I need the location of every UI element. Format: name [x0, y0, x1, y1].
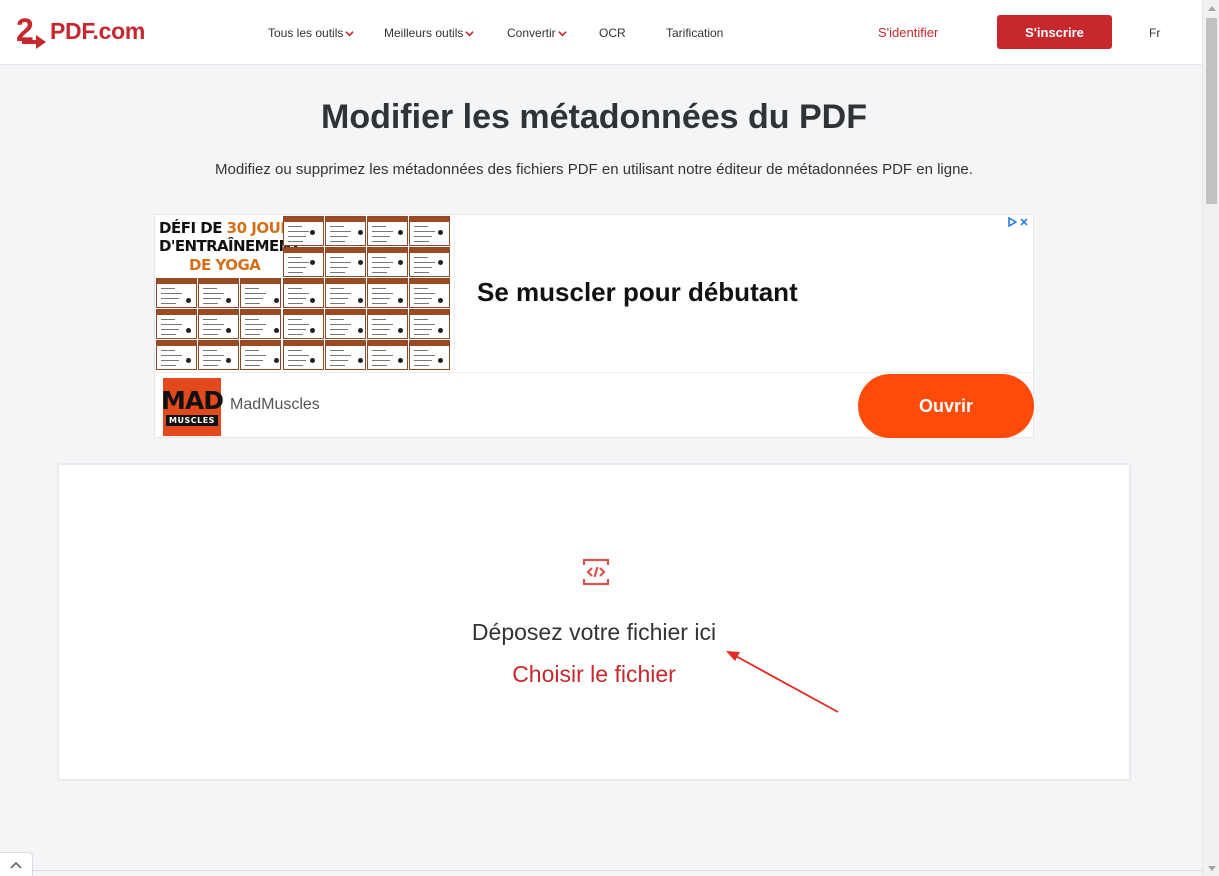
nav-all-tools[interactable]: Tous les outils: [268, 26, 355, 40]
ad-calendar-cell: [409, 309, 450, 339]
ad-calendar-cell: [283, 216, 324, 246]
ad-calendar-cell: [156, 278, 197, 308]
nav-convert[interactable]: Convertir: [507, 26, 567, 40]
ad-footer: MAD MUSCLES MadMuscles Ouvrir: [155, 372, 1034, 438]
ad-calendar-cell: [409, 278, 450, 308]
ad-calendar-cell: [156, 340, 197, 370]
page-title: Modifier les métadonnées du PDF: [321, 98, 867, 136]
ad-calendar-cell: [409, 247, 450, 277]
ad-headline[interactable]: Se muscler pour débutant: [477, 277, 798, 308]
ad-calendar-cell: [367, 278, 408, 308]
advertisement[interactable]: DÉFI DE 30 JOURS D'ENTRAÎNEMENT DE YOGA …: [154, 214, 1034, 438]
ad-calendar-cell: [367, 340, 408, 370]
signup-button[interactable]: S'inscrire: [997, 15, 1112, 49]
ad-calendar-cell: [409, 216, 450, 246]
choose-file-link[interactable]: Choisir le fichier: [59, 661, 1129, 688]
ad-calendar-cell: [283, 278, 324, 308]
vertical-scrollbar[interactable]: [1202, 0, 1219, 876]
ad-calendar-cell: [367, 247, 408, 277]
code-file-icon: [582, 558, 610, 586]
nav-pricing[interactable]: Tarification: [666, 26, 723, 40]
ad-calendar-cell: [409, 340, 450, 370]
nav-ocr[interactable]: OCR: [599, 26, 626, 40]
ad-calendar-cell: [367, 309, 408, 339]
scroll-to-top-button[interactable]: [0, 852, 33, 876]
scroll-up-arrow-icon[interactable]: [1203, 0, 1219, 16]
chevron-down-icon: [345, 30, 355, 36]
ad-image-title-line2: D'ENTRAÎNEMENT: [159, 237, 301, 255]
chevron-down-icon: [558, 30, 567, 36]
nav-convert-label: Convertir: [507, 26, 556, 40]
logo-2-arrow-icon: 2: [16, 12, 46, 49]
ad-calendar-cell: [198, 340, 239, 370]
ad-open-button[interactable]: Ouvrir: [858, 374, 1034, 438]
ad-brand-name[interactable]: MadMuscles: [230, 396, 320, 414]
close-icon[interactable]: [1019, 217, 1029, 227]
ad-brand-logo[interactable]: MAD MUSCLES: [161, 378, 224, 436]
site-header: 2 PDF.com Tous les outils Meilleurs outi…: [0, 0, 1202, 65]
ad-calendar-cell: [325, 340, 366, 370]
nav-all-tools-label: Tous les outils: [268, 26, 344, 40]
nav-pricing-label: Tarification: [666, 26, 724, 40]
nav-ocr-label: OCR: [599, 26, 626, 40]
page-subtitle: Modifiez ou supprimez les métadonnées de…: [215, 161, 973, 178]
ad-calendar-cell: [325, 309, 366, 339]
ad-choices[interactable]: [1007, 217, 1029, 227]
annotation-arrow: [726, 651, 839, 713]
scroll-down-arrow-icon[interactable]: [1203, 860, 1219, 876]
chevron-down-icon: [465, 30, 475, 36]
dropzone-text: Déposez votre fichier ici: [471, 619, 717, 645]
ad-calendar-cell: [325, 216, 366, 246]
ad-calendar-cell: [240, 278, 281, 308]
ad-calendar-cell: [283, 247, 324, 277]
ad-calendar-cell: [198, 309, 239, 339]
chevron-up-icon: [10, 861, 22, 869]
bottom-panel-edge: [33, 870, 1202, 876]
ad-brand-logo-top: MAD: [161, 385, 224, 415]
nav-best-tools-label: Meilleurs outils: [384, 26, 464, 40]
ad-image-title-block: DÉFI DE 30 JOURS D'ENTRAÎNEMENT DE YOGA: [156, 216, 302, 277]
ad-image-title-line1: DÉFI DE 30 JOURS: [159, 219, 302, 237]
site-logo[interactable]: 2 PDF.com: [16, 12, 145, 50]
ad-image[interactable]: DÉFI DE 30 JOURS D'ENTRAÎNEMENT DE YOGA: [155, 215, 455, 372]
ad-calendar-cell: [325, 247, 366, 277]
ad-calendar-cell: [240, 340, 281, 370]
file-dropzone[interactable]: Déposez votre fichier ici Choisir le fic…: [57, 463, 1131, 781]
language-selector[interactable]: Fr: [1149, 26, 1160, 40]
ad-brand-logo-bottom: MUSCLES: [166, 414, 218, 426]
ad-calendar-cell: [367, 216, 408, 246]
login-link[interactable]: S'identifier: [878, 25, 938, 40]
ad-calendar-cell: [156, 309, 197, 339]
nav-best-tools[interactable]: Meilleurs outils: [384, 26, 475, 40]
adchoices-icon[interactable]: [1007, 217, 1017, 227]
ad-calendar-cell: [283, 309, 324, 339]
logo-text: PDF.com: [50, 17, 146, 44]
ad-calendar-cell: [240, 309, 281, 339]
ad-image-title-line3: DE YOGA: [189, 256, 261, 274]
ad-calendar-cell: [325, 278, 366, 308]
ad-calendar-cell: [198, 278, 239, 308]
ad-calendar-cell: [283, 340, 324, 370]
scrollbar-thumb[interactable]: [1206, 18, 1217, 204]
